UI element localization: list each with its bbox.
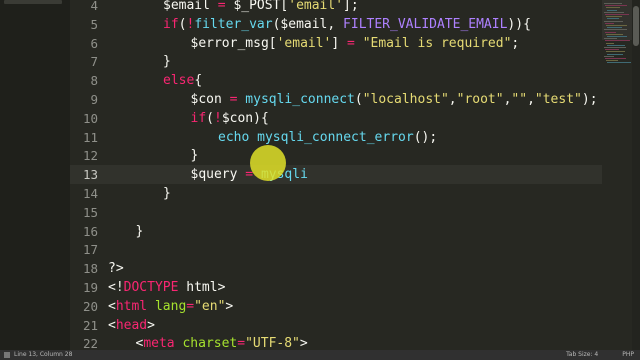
code-text: ?> [108,261,124,277]
minimap-line [605,58,626,59]
minimap-line [605,40,630,42]
minimap-line [604,3,622,4]
syntax-mode[interactable]: PHP [622,350,634,360]
minimap-line [604,55,614,57]
line-number: 16 [82,223,98,239]
code-text: if(!filter_var($email, FILTER_VALIDATE_E… [163,16,531,32]
active-line-highlight [70,165,602,185]
minimap-line [605,5,627,7]
line-number: 18 [82,261,98,277]
minimap-line [604,38,617,40]
line-number: 4 [90,0,98,13]
code-text: <head> [108,317,155,333]
line-number: 22 [82,336,98,350]
minimap-line [607,36,627,37]
line-number: 14 [82,186,98,201]
scroll-thumb[interactable] [633,6,639,46]
minimap-line [606,60,618,62]
code-text: else{ [163,73,203,89]
status-icon[interactable] [4,352,10,358]
code-text: } [135,223,144,239]
code-text: } [163,54,171,70]
code-editor[interactable]: 4 $email = $_POST['email']; 5 if(!filter_va… [70,0,602,350]
vertical-scrollbar[interactable] [632,0,640,350]
line-number: 21 [82,317,98,333]
line-number: 6 [90,35,98,51]
minimap-line [604,29,627,31]
minimap-line [605,49,619,51]
minimap-line [606,16,622,18]
minimap[interactable] [602,0,632,350]
minimap-line [605,31,616,33]
minimap-line [605,22,614,24]
mouse-highlight [250,145,286,181]
minimap-line [606,51,625,53]
code-text: } [190,148,199,164]
minimap-line [607,18,619,20]
tab-size[interactable]: Tab Size: 4 [566,350,598,360]
minimap-line [607,62,631,64]
code-text: $email = $_POST['email']; [163,0,359,13]
sidebar [0,0,70,350]
line-number: 17 [82,242,98,258]
minimap-line [604,47,626,48]
minimap-line [607,9,617,11]
line-number: 9 [90,92,98,107]
code-text: $query = mysqli [190,167,308,183]
minimap-line [606,42,614,44]
line-number: 8 [90,73,98,89]
code-text: <meta charset="UTF-8"> [135,336,308,350]
minimap-line [604,20,623,22]
line-number: 19 [82,280,98,295]
status-bar: Line 13, Column 28 Tab Size: 4 PHP [0,350,640,360]
code-text: $con = mysqli_connect("localhost","root"… [190,92,598,107]
minimap-line [606,33,623,35]
line-number: 13 [82,167,98,183]
line-number: 12 [82,148,98,164]
code-text: echo mysqli_connect_error(); [218,129,438,145]
minimap-line [606,25,627,26]
minimap-line [605,14,629,15]
code-text: $error_msg['email'] = "Email is required… [190,35,520,51]
code-text: <!DOCTYPE html> [108,280,226,295]
line-number: 20 [82,298,98,314]
cursor-position: Line 13, Column 28 [14,351,73,358]
line-number: 11 [82,129,98,145]
line-number: 5 [90,16,98,32]
minimap-line [607,27,622,29]
sidebar-file-item[interactable] [4,0,62,4]
line-number: 10 [82,110,98,126]
code-text: } [163,186,171,201]
minimap-line [606,7,620,9]
line-number: 15 [82,204,98,220]
minimap-line [607,44,625,46]
line-number: 7 [90,54,98,70]
code-text: <html lang="en"> [108,298,234,314]
minimap-line [604,11,624,13]
minimap-line [607,53,623,55]
code-text: if(!$con){ [190,110,269,126]
